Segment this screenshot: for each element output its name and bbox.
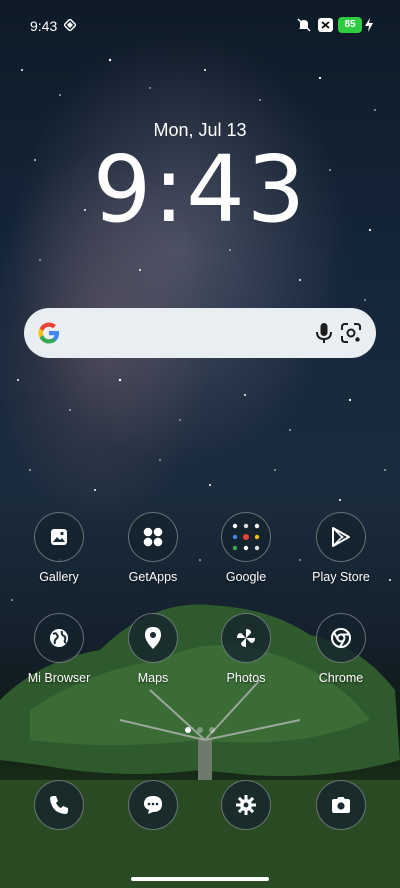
google-lens-icon[interactable]	[339, 321, 363, 345]
dock-settings[interactable]	[200, 780, 292, 830]
globe-icon	[50, 629, 68, 647]
clock-time[interactable]: 9:43	[0, 138, 400, 242]
gallery-icon	[51, 529, 67, 545]
home-gesture-bar[interactable]	[131, 877, 269, 881]
page-dot	[185, 727, 191, 733]
app-label: Google	[225, 570, 267, 584]
app-google-folder[interactable]: Google	[200, 512, 292, 584]
chrome-icon	[331, 628, 351, 648]
page-indicator[interactable]	[0, 720, 400, 738]
app-label: Maps	[137, 671, 169, 685]
pinwheel-icon	[237, 629, 255, 647]
app-chrome[interactable]: Chrome	[295, 613, 387, 685]
page-dot	[197, 727, 203, 733]
mute-icon	[297, 18, 311, 32]
battery-icon: 85	[338, 17, 362, 33]
phone-icon	[50, 796, 68, 814]
dock-camera[interactable]	[295, 780, 387, 830]
microphone-icon[interactable]	[313, 321, 335, 345]
google-search-bar[interactable]	[24, 308, 376, 358]
page-dot	[209, 727, 215, 733]
messages-icon	[144, 796, 162, 814]
app-photos[interactable]: Photos	[200, 613, 292, 685]
play-store-icon	[332, 527, 350, 547]
charging-bolt-icon	[365, 18, 373, 32]
app-maps[interactable]: Maps	[107, 613, 199, 685]
dock-messages[interactable]	[107, 780, 199, 830]
app-label: Mi Browser	[27, 671, 91, 685]
app-mi-browser[interactable]: Mi Browser	[13, 613, 105, 685]
settings-gear-icon	[236, 795, 256, 815]
app-label: GetApps	[128, 570, 178, 584]
app-gallery[interactable]: Gallery	[13, 512, 105, 584]
status-time: 9:43	[30, 18, 58, 34]
app-label: Photos	[226, 671, 266, 685]
location-diamond-icon	[64, 19, 76, 31]
google-folder-icon	[232, 523, 260, 551]
getapps-icon	[143, 527, 163, 547]
app-label: Gallery	[39, 570, 79, 584]
app-label: Chrome	[318, 671, 364, 685]
camera-icon	[332, 797, 350, 813]
google-g-icon	[38, 322, 59, 344]
status-bar: 9:43 85	[0, 0, 400, 52]
notification-x-icon	[318, 18, 333, 32]
dock-phone[interactable]	[13, 780, 105, 830]
app-play-store[interactable]: Play Store	[295, 512, 387, 584]
app-label: Play Store	[312, 570, 370, 584]
map-pin-icon	[145, 627, 161, 649]
app-getapps[interactable]: GetApps	[107, 512, 199, 584]
